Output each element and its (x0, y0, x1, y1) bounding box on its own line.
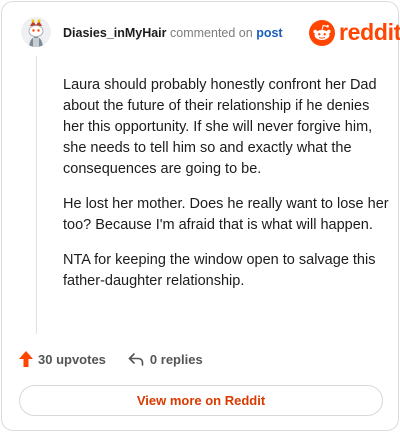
comment-paragraph: NTA for keeping the window open to salva… (63, 252, 376, 289)
reply-button[interactable]: 0 replies (128, 352, 203, 367)
comment-paragraph: He lost her mother. Does he really want … (63, 196, 389, 233)
reddit-logo-icon (309, 19, 335, 46)
snoo-avatar-icon (21, 17, 51, 47)
upvote-button[interactable]: 30 upvotes (19, 351, 106, 367)
reddit-wordmark: reddit (339, 19, 400, 45)
view-more-button[interactable]: View more on Reddit (19, 385, 383, 416)
reddit-logo[interactable]: reddit (309, 19, 400, 46)
comment-header: Diasies_inMyHair commented on post reddi… (2, 2, 400, 58)
reply-count: 0 replies (149, 351, 203, 367)
comment-paragraph: Laura should probably honestly confront … (63, 77, 377, 177)
comment-body: Laura should probably honestly confront … (63, 75, 389, 306)
reply-arrow-icon (128, 352, 144, 366)
comment-meta: Diasies_inMyHair commented on post (63, 26, 283, 40)
action-text: commented on (170, 26, 253, 40)
thread-line (36, 56, 37, 334)
comment-actions: 30 upvotes 0 replies (19, 351, 203, 367)
post-link[interactable]: post (256, 26, 282, 40)
comment-card: Diasies_inMyHair commented on post reddi… (1, 1, 400, 431)
username-link[interactable]: Diasies_inMyHair (63, 26, 167, 40)
user-avatar[interactable] (21, 17, 51, 47)
upvote-arrow-icon (19, 351, 33, 367)
upvote-count: 30 upvotes (38, 351, 106, 367)
